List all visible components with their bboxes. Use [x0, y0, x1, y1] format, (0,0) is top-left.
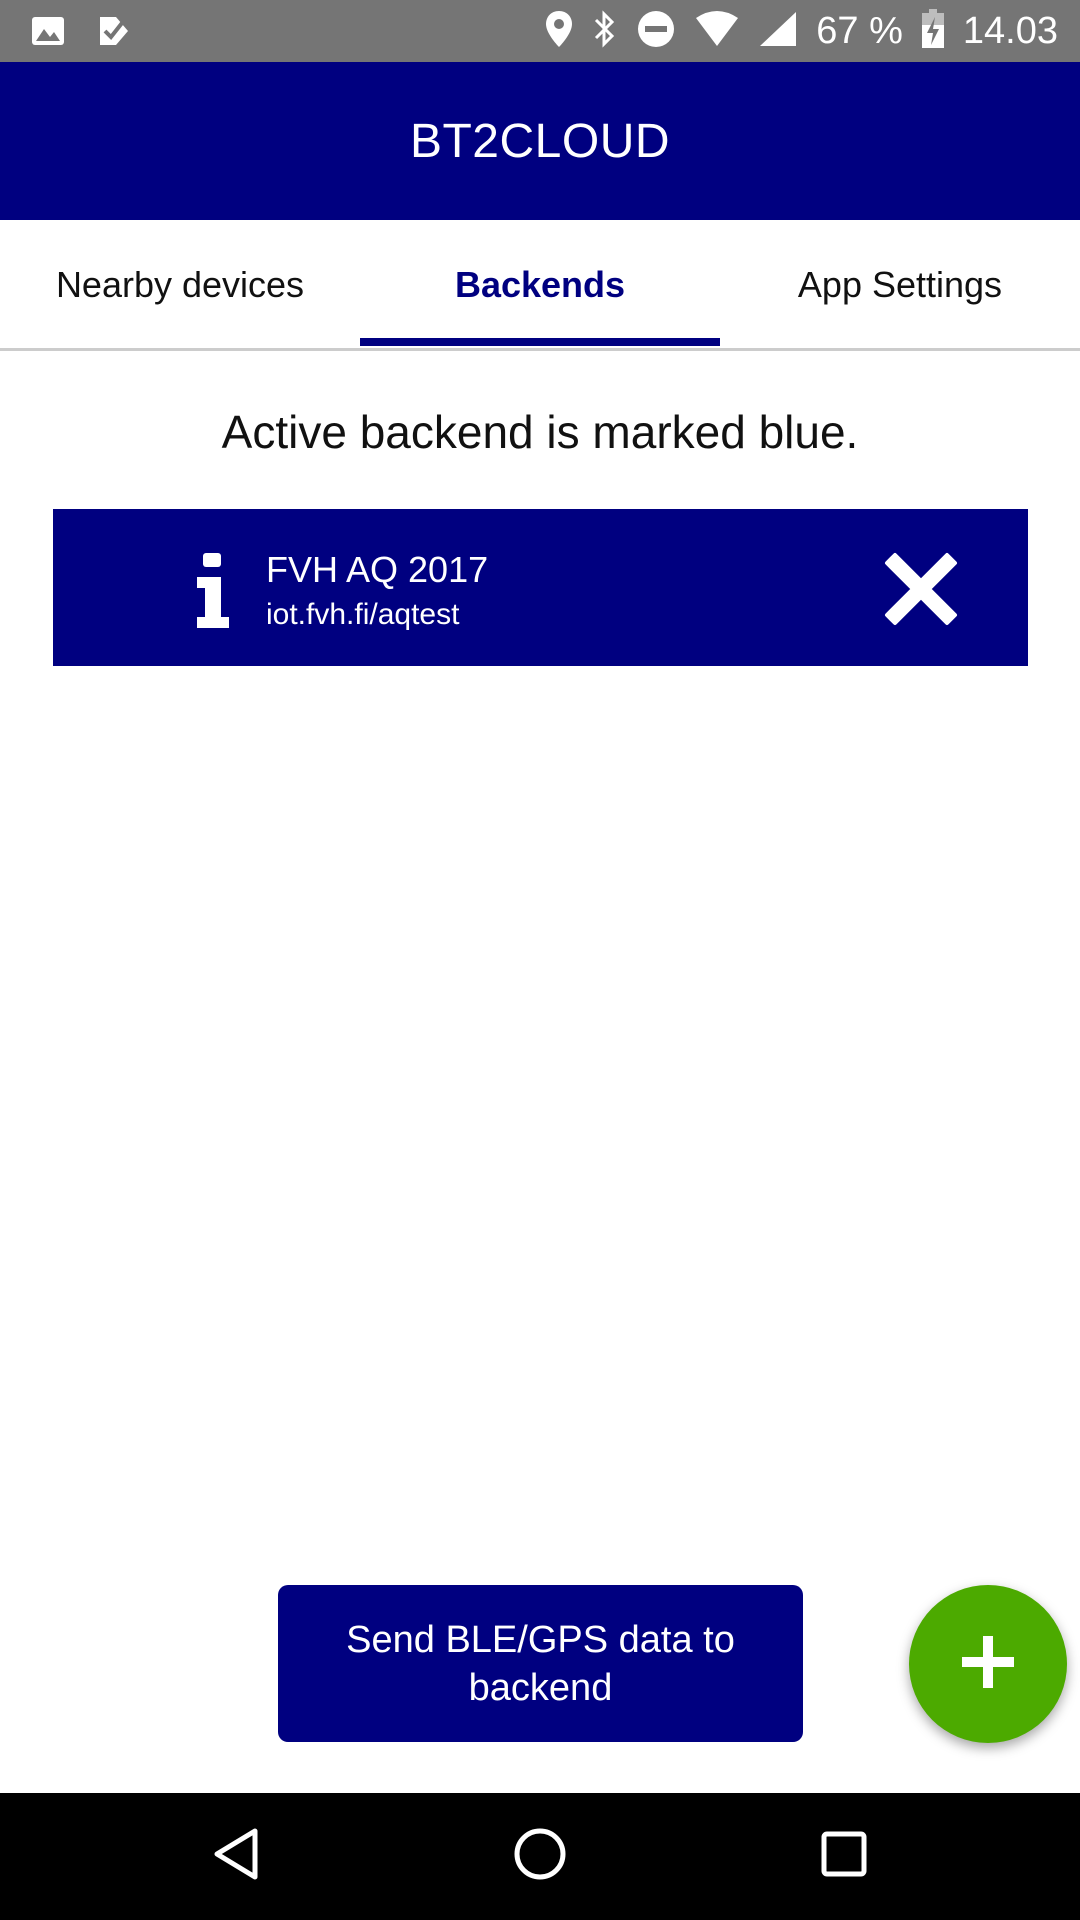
backend-name: FVH AQ 2017 [266, 549, 489, 590]
close-icon[interactable] [881, 549, 961, 629]
navigation-bar [0, 1793, 1080, 1920]
back-icon [211, 1827, 261, 1886]
info-text: Active backend is marked blue. [221, 406, 859, 458]
app-bar: BT2CLOUD [0, 62, 1080, 220]
tab-divider [0, 348, 1080, 351]
add-backend-button[interactable] [909, 1585, 1067, 1743]
battery-percent: 67 % [816, 9, 903, 52]
backend-list-item[interactable]: FVH AQ 2017 iot.fvh.fi/aqtest [53, 509, 1028, 666]
image-icon [30, 13, 66, 54]
tab-indicator [360, 338, 720, 346]
tab-bar: Nearby devices Backends App Settings [0, 220, 1080, 351]
plus-icon [958, 1632, 1018, 1697]
home-button[interactable] [470, 1793, 610, 1920]
battery-charging-icon [921, 8, 945, 54]
recents-icon [820, 1830, 868, 1883]
tab-backends[interactable]: Backends [360, 220, 720, 350]
do-not-disturb-icon [636, 9, 676, 54]
location-icon [544, 9, 574, 54]
back-button[interactable] [166, 1793, 306, 1920]
signal-icon [758, 10, 798, 53]
send-data-button[interactable]: Send BLE/GPS data to backend [278, 1585, 803, 1742]
backend-url: iot.fvh.fi/aqtest [266, 598, 460, 631]
recents-button[interactable] [774, 1793, 914, 1920]
home-icon [513, 1827, 567, 1886]
info-icon[interactable] [193, 553, 233, 628]
tab-nearby-devices[interactable]: Nearby devices [0, 220, 360, 350]
status-bar: 67 % 14.03 [0, 0, 1080, 62]
check-app-icon [96, 13, 132, 54]
bluetooth-icon [592, 9, 618, 54]
tab-app-settings[interactable]: App Settings [720, 220, 1080, 350]
app-title: BT2CLOUD [409, 114, 671, 168]
clock: 14.03 [962, 9, 1058, 52]
wifi-icon [694, 10, 740, 53]
